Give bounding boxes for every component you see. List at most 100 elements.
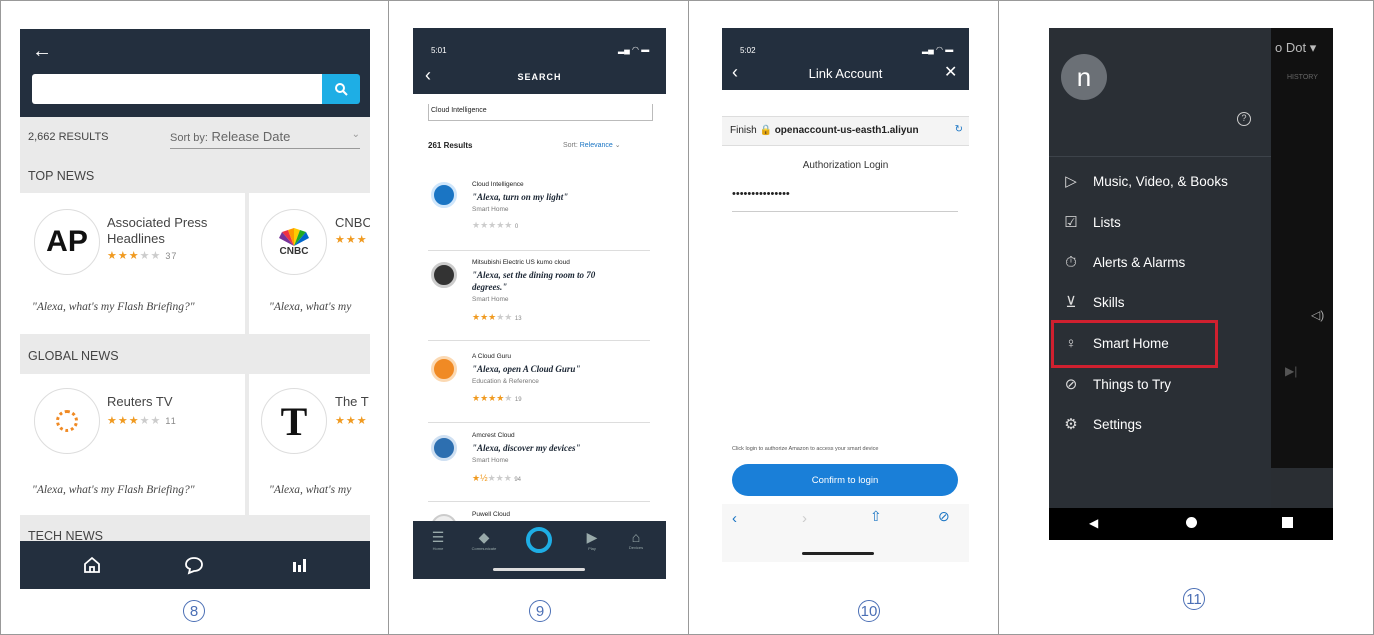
- lock-icon: 🔒: [759, 125, 772, 136]
- header-bar: ←: [20, 29, 370, 117]
- tab-label: Home: [432, 546, 444, 551]
- authorize-note: Click login to authorize Amazon to acces…: [732, 446, 879, 452]
- peacock-icon: [279, 227, 309, 246]
- header-bar: 5:01 ▂▄ ◠ ▬ ‹ SEARCH: [413, 28, 666, 94]
- confirm-login-button[interactable]: Confirm to login: [732, 464, 958, 496]
- list-item[interactable]: Amcrest Cloud "Alexa, discover my device…: [413, 429, 666, 502]
- skill-quote: "Alexa, set the dining room to 70: [472, 270, 596, 280]
- compass-icon: ⊘: [1064, 376, 1078, 393]
- list-item[interactable]: A Cloud Guru "Alexa, open A Cloud Guru" …: [413, 350, 666, 423]
- caption-11: 11: [1183, 588, 1205, 610]
- arrow-left-icon[interactable]: ←: [30, 39, 54, 63]
- search-input[interactable]: [32, 74, 322, 104]
- drawer-divider: [1049, 156, 1271, 157]
- tab-home[interactable]: ☰ Home: [423, 529, 453, 551]
- results-count: 2,662 RESULTS: [28, 131, 109, 143]
- skill-quote: "Alexa, what's my: [269, 301, 352, 313]
- menu-label: Skills: [1093, 294, 1125, 310]
- skill-icon: [431, 262, 457, 288]
- sort-select[interactable]: Sort by: Release Date ⌄: [170, 129, 360, 149]
- url-bar: Finish 🔒 openaccount-us-easth1.aliyun ↻: [722, 116, 969, 146]
- list-item[interactable]: Mitsubishi Electric US kumo cloud "Alexa…: [413, 256, 666, 342]
- skill-rating: ★★★★★ 0: [472, 220, 519, 230]
- skill-rating: ★★★★★ 13: [472, 312, 522, 322]
- tab-devices[interactable]: ⌂ Devices: [621, 529, 651, 550]
- skill-rating: ★★★★★ 37: [107, 250, 178, 262]
- password-field[interactable]: •••••••••••••••: [732, 188, 958, 212]
- skill-card[interactable]: T The T ★★★ "Alexa, what's my: [249, 374, 370, 515]
- skill-quote: "Alexa, open A Cloud Guru": [472, 364, 581, 374]
- finish-button[interactable]: Finish: [730, 125, 757, 136]
- caption-9: 9: [529, 600, 551, 622]
- search-icon: [335, 83, 348, 96]
- home-indicator: [493, 568, 585, 571]
- skill-name: CNBC: [335, 215, 370, 230]
- sort-label: Sort:: [563, 142, 578, 149]
- search-button[interactable]: [322, 74, 360, 104]
- checkbox-icon: ☑: [1064, 214, 1078, 231]
- skill-card[interactable]: CNBC CNBC ★★★ "Alexa, what's my: [249, 193, 370, 334]
- back-arrow-icon[interactable]: ‹: [732, 510, 737, 527]
- menu-label: Things to Try: [1093, 376, 1172, 392]
- menu-item-music[interactable]: ▷ Music, Video, & Books: [1049, 166, 1271, 196]
- menu-item-alerts[interactable]: ⏱ Alerts & Alarms: [1049, 247, 1271, 277]
- menu-label: Lists: [1093, 214, 1121, 230]
- tab-communicate[interactable]: ◆ Communicate: [467, 529, 501, 551]
- highlight-box: [1051, 320, 1218, 368]
- url-text: openaccount-us-easth1.aliyun: [774, 125, 919, 136]
- ap-logo: AP: [34, 209, 100, 275]
- rating-count: 11: [165, 416, 177, 426]
- alarm-icon: ⏱: [1065, 253, 1077, 271]
- rating-count: 0: [514, 224, 519, 230]
- reload-icon[interactable]: ↻: [955, 124, 963, 135]
- reuters-logo: [34, 388, 100, 454]
- skill-category: Education & Reference: [472, 378, 539, 385]
- tab-bar: ☰ Home ◆ Communicate ▶ Play ⌂ Devices: [413, 521, 666, 579]
- status-icons: ▂▄ ◠ ▬: [618, 45, 650, 54]
- search-input[interactable]: Cloud Intelligence: [428, 104, 653, 121]
- menu-item-lists[interactable]: ☑ Lists: [1049, 207, 1271, 237]
- devices-icon: ⌂: [631, 529, 641, 545]
- close-icon[interactable]: ✕: [944, 62, 957, 82]
- skill-rating: ★½★★★ 94: [472, 473, 521, 483]
- skill-category: Smart Home: [472, 457, 509, 464]
- skill-quote-line2: degrees.": [472, 282, 508, 292]
- share-icon[interactable]: ⇧: [870, 508, 882, 525]
- skill-quote: "Alexa, what's my Flash Briefing?": [32, 484, 195, 496]
- header-bar: 5:02 ▂▄ ◠ ▬ ‹ Link Account ✕: [722, 28, 969, 90]
- recents-square-icon[interactable]: [1282, 517, 1293, 528]
- chevron-down-icon: ⌄: [614, 142, 621, 149]
- skill-card[interactable]: AP Associated Press Headlines ★★★★★ 37 "…: [20, 193, 245, 334]
- menu-item-skills[interactable]: ⊻ Skills: [1049, 287, 1271, 317]
- rating-count: 19: [514, 397, 522, 403]
- menu-item-settings[interactable]: ⚙ Settings: [1049, 409, 1271, 439]
- results-count: 261 Results: [428, 141, 473, 150]
- section-title-top-news: TOP NEWS: [28, 169, 95, 183]
- alexa-button[interactable]: [526, 527, 552, 553]
- chat-icon[interactable]: [182, 553, 206, 577]
- forward-arrow-icon[interactable]: ›: [802, 510, 807, 527]
- cnbc-text: CNBC: [279, 245, 309, 257]
- avatar[interactable]: n: [1061, 54, 1107, 100]
- skill-quote: "Alexa, what's my: [269, 484, 352, 496]
- skill-name: Mitsubishi Electric US kumo cloud: [472, 259, 570, 266]
- sort-select[interactable]: Sort: Relevance ⌄: [563, 141, 621, 149]
- back-triangle-icon[interactable]: ◀: [1089, 516, 1098, 530]
- skill-card[interactable]: Reuters TV ★★★★★ 11 "Alexa, what's my Fl…: [20, 374, 245, 515]
- bottom-nav: [20, 541, 370, 589]
- compass-icon[interactable]: ⊘: [938, 508, 950, 525]
- activity-icon[interactable]: [288, 553, 312, 577]
- status-time: 5:02: [740, 46, 756, 55]
- skill-icon: [431, 435, 457, 461]
- home-circle-icon[interactable]: [1186, 517, 1197, 528]
- tab-play[interactable]: ▶ Play: [577, 529, 607, 551]
- help-icon[interactable]: ?: [1237, 112, 1251, 126]
- rating-count: 94: [514, 477, 521, 483]
- skill-icon: [431, 182, 457, 208]
- list-item[interactable]: Cloud Intelligence "Alexa, turn on my li…: [413, 178, 666, 251]
- sort-value: Relevance: [579, 142, 613, 149]
- tab-label: Devices: [628, 545, 644, 550]
- menu-item-things-to-try[interactable]: ⊘ Things to Try: [1049, 369, 1271, 399]
- browser-toolbar: ‹ › ⇧ ⊘: [722, 504, 969, 562]
- home-icon[interactable]: [80, 553, 104, 577]
